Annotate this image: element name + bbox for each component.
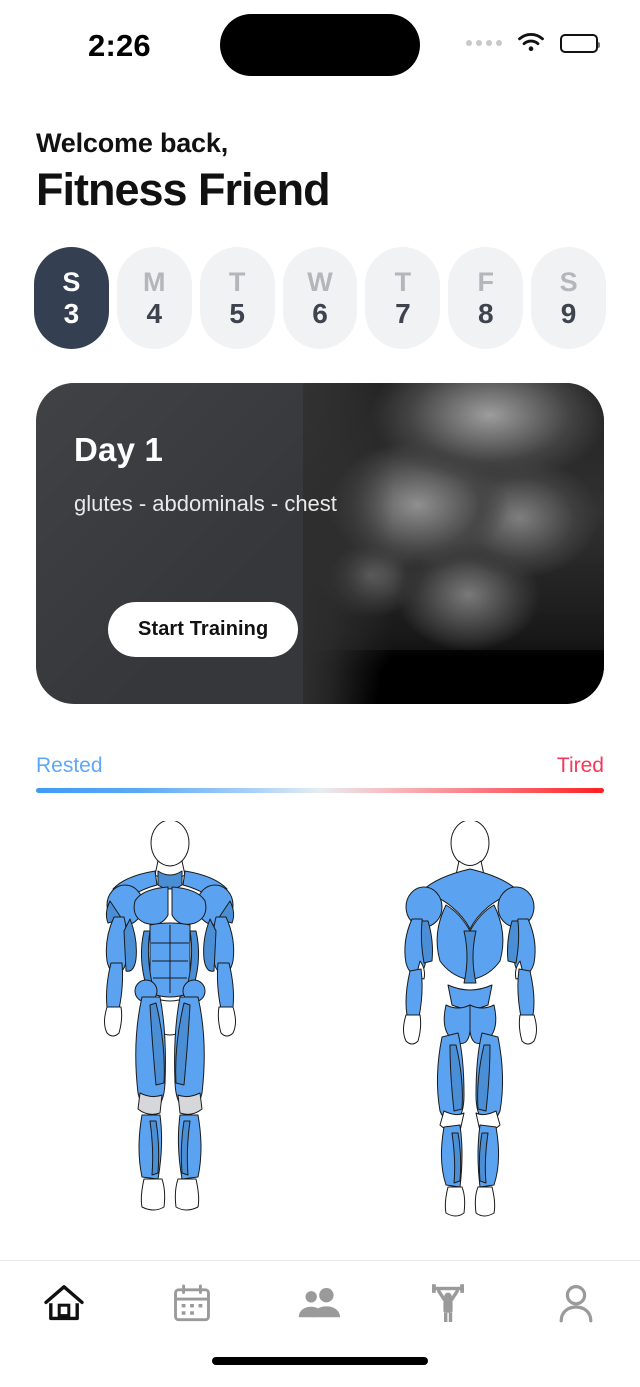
- page-title: Fitness Friend: [36, 164, 331, 215]
- day-pill-t7[interactable]: T 7: [365, 247, 441, 350]
- wifi-icon: [518, 33, 544, 52]
- front-body-muscle-diagram[interactable]: [70, 821, 270, 1221]
- back-body-muscle-diagram[interactable]: [370, 821, 570, 1221]
- tab-workouts[interactable]: [384, 1280, 512, 1328]
- fatigue-meter: Rested Tired: [0, 704, 640, 794]
- fatigue-label-rested: Rested: [36, 754, 103, 778]
- fatigue-label-tired: Tired: [556, 754, 604, 778]
- day-letter: M: [143, 266, 166, 297]
- workout-card[interactable]: Day 1 glutes - abdominals - chest Start …: [36, 383, 604, 705]
- day-letter: S: [559, 266, 578, 297]
- day-pill-m4[interactable]: M 4: [116, 247, 192, 350]
- calendar-icon: [174, 1284, 210, 1322]
- tab-calendar[interactable]: [128, 1281, 256, 1327]
- bottom-navigation: [0, 1260, 640, 1387]
- day-number: 4: [146, 297, 163, 329]
- muscle-map-section: [0, 793, 640, 1221]
- day-pill-s9[interactable]: S 9: [531, 247, 607, 350]
- day-letter: T: [228, 266, 246, 297]
- day-pill-f8[interactable]: F 8: [448, 247, 524, 350]
- workout-day-title: Day 1: [74, 431, 164, 469]
- battery-icon: [560, 33, 600, 53]
- day-number: 8: [477, 297, 494, 329]
- day-number: 7: [395, 297, 411, 329]
- day-pill-w6[interactable]: W 6: [282, 247, 358, 350]
- workout-card-text: Day 1 glutes - abdominals - chest: [36, 383, 604, 517]
- signal-dots-icon: [466, 40, 502, 46]
- home-indicator: [212, 1357, 428, 1365]
- workout-muscle-groups: glutes - abdominals - chest: [74, 491, 337, 517]
- greeting-subtitle: Welcome back,: [36, 128, 228, 158]
- day-pill-t5[interactable]: T 5: [199, 247, 275, 350]
- day-selector: S 3 M 4 T 5 W 6 T 7 F 8 S 9: [0, 215, 640, 350]
- day-pill-s3[interactable]: S 3: [34, 247, 109, 350]
- day-number: 5: [229, 297, 245, 329]
- day-number: 3: [63, 297, 80, 329]
- day-number: 9: [560, 297, 577, 329]
- person-icon: [559, 1284, 593, 1323]
- weightlifter-icon: [432, 1284, 464, 1322]
- fatigue-meter-labels: Rested Tired: [36, 754, 604, 778]
- day-number: 6: [312, 297, 328, 329]
- people-icon: [298, 1288, 340, 1318]
- status-indicators: [466, 32, 600, 54]
- workout-card-container: Day 1 glutes - abdominals - chest Start …: [0, 349, 640, 705]
- day-letter: F: [477, 266, 494, 297]
- greeting-section: Welcome back, Fitness Friend: [0, 96, 640, 215]
- tab-home[interactable]: [0, 1280, 128, 1328]
- tab-profile[interactable]: [512, 1280, 640, 1328]
- day-letter: T: [394, 266, 412, 297]
- tab-community[interactable]: [256, 1280, 384, 1328]
- start-training-button[interactable]: Start Training: [108, 602, 299, 658]
- status-time: 2:26: [88, 28, 151, 63]
- app-screen: 2:26 Welcome back, Fitness Friend S 3 M …: [0, 0, 640, 1387]
- status-bar: 2:26: [0, 0, 640, 96]
- home-icon: [44, 1285, 84, 1321]
- day-letter: W: [307, 266, 333, 297]
- dynamic-island: [220, 14, 420, 76]
- day-letter: S: [62, 266, 81, 297]
